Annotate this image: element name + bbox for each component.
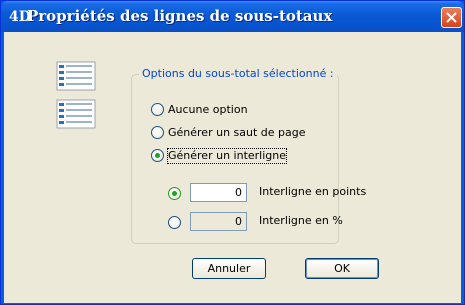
title-bar[interactable]: 4D Propriétés des lignes de sous-totaux [1, 1, 464, 32]
ok-button[interactable]: OK [305, 258, 379, 279]
subtotal-options-group: Options du sous-total sélectionné : Aucu… [131, 67, 366, 244]
radio-spacing-percent[interactable] [168, 216, 181, 229]
group-title: Options du sous-total sélectionné : [139, 67, 337, 81]
close-button[interactable] [441, 7, 462, 28]
page-break-label[interactable]: Générer un saut de page [168, 126, 306, 140]
close-icon [446, 12, 457, 23]
no-option-label[interactable]: Aucune option [168, 103, 248, 117]
dialog-window: 4D Propriétés des lignes de sous-totaux [0, 0, 465, 305]
app-4d-icon: 4D [9, 9, 31, 25]
dialog-body: Options du sous-total sélectionné : Aucu… [4, 32, 461, 303]
spacing-percent-label: Interligne en % [259, 214, 343, 227]
radio-line-spacing[interactable] [151, 149, 164, 162]
spacing-points-input[interactable]: 0 [190, 183, 247, 202]
document-list-icon [56, 61, 96, 129]
radio-page-break[interactable] [151, 126, 164, 139]
spacing-percent-input[interactable]: 0 [190, 212, 247, 231]
radio-spacing-points[interactable] [168, 187, 181, 200]
radio-no-option[interactable] [151, 103, 164, 116]
cancel-button[interactable]: Annuler [192, 258, 266, 279]
window-title: Propriétés des lignes de sous-totaux [27, 7, 333, 25]
spacing-points-label: Interligne en points [259, 185, 367, 198]
line-spacing-label[interactable]: Générer un interligne [166, 148, 288, 164]
